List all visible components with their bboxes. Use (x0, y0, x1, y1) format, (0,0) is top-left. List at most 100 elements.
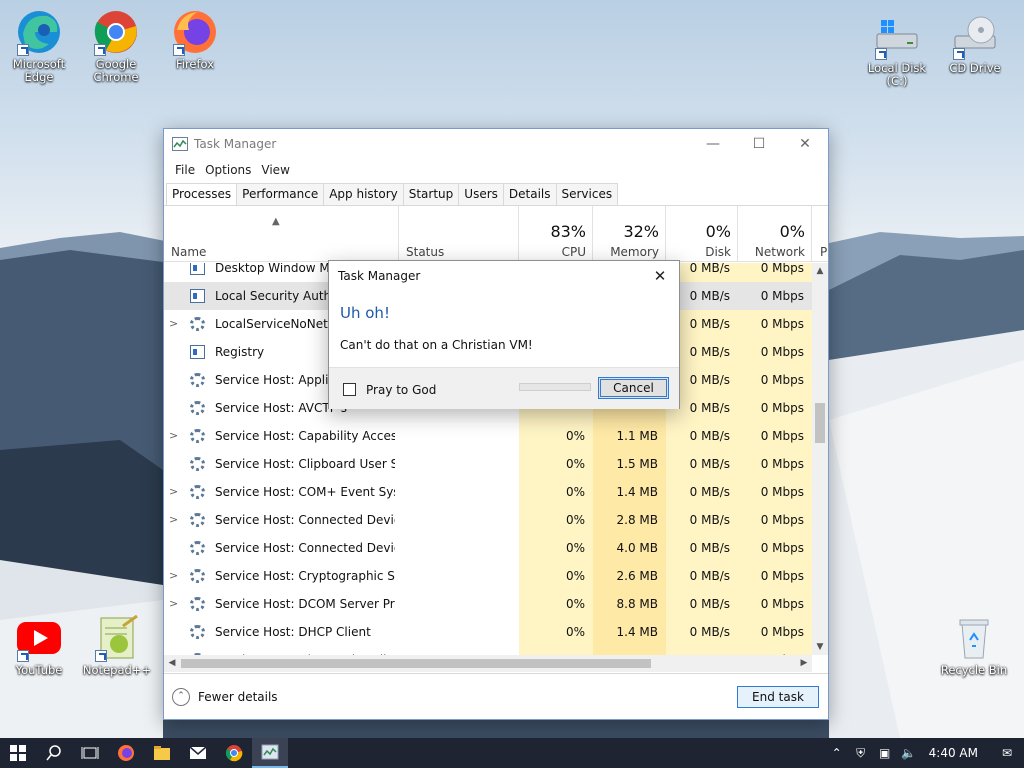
desktop-icon-edge[interactable]: Microsoft Edge (1, 8, 77, 84)
expand-chevron-icon[interactable]: > (169, 646, 183, 655)
network-icon[interactable]: ▣ (873, 746, 897, 760)
taskbar-firefox[interactable] (108, 738, 144, 768)
expand-chevron-icon[interactable]: > (169, 422, 183, 450)
taskbar-mail[interactable] (180, 738, 216, 768)
tab-services[interactable]: Services (555, 183, 619, 205)
tab-processes[interactable]: Processes (166, 183, 238, 206)
expand-chevron-icon[interactable]: > (169, 310, 183, 338)
scroll-down-icon[interactable]: ▼ (812, 639, 828, 655)
taskbar-chrome[interactable] (216, 738, 252, 768)
cpu-value: 0% (519, 506, 593, 534)
maximize-button[interactable]: ☐ (736, 129, 782, 159)
desktop-icon-youtube[interactable]: YouTube (1, 614, 77, 677)
task-view-icon (81, 747, 99, 759)
desktop-icon-chrome[interactable]: Google Chrome (78, 8, 154, 84)
tab-app-history[interactable]: App history (323, 183, 404, 205)
desktop-icon-firefox[interactable]: Firefox (157, 8, 233, 71)
error-dialog: Task Manager ✕ Uh oh! Can't do that on a… (328, 260, 680, 409)
dialog-message: Can't do that on a Christian VM! (340, 338, 533, 352)
expand-chevron-icon[interactable]: > (169, 506, 183, 534)
tab-users[interactable]: Users (458, 183, 504, 205)
memory-value: 8.8 MB (593, 590, 666, 618)
horizontal-scroll-thumb[interactable] (181, 659, 651, 668)
expand-chevron-icon[interactable]: > (169, 478, 183, 506)
column-cpu[interactable]: 83% CPU (519, 206, 593, 262)
expand-chevron-icon[interactable] (169, 338, 183, 366)
expand-chevron-icon[interactable] (169, 450, 183, 478)
window-icon (190, 289, 205, 303)
search-button[interactable] (36, 738, 72, 768)
column-network[interactable]: 0% Network (738, 206, 812, 262)
scroll-left-icon[interactable]: ◀ (164, 655, 180, 672)
table-row[interactable]: > Service Host: DCOM Server Proc... 0%8.8 … (164, 590, 812, 618)
task-view-button[interactable] (72, 738, 108, 768)
pray-checkbox-label[interactable]: Pray to God (366, 383, 436, 397)
menu-file[interactable]: File (170, 163, 200, 177)
process-name: Service Host: Diagnostic Policy (215, 646, 395, 655)
expand-chevron-icon[interactable] (169, 366, 183, 394)
column-name[interactable]: Name (164, 206, 399, 262)
table-row[interactable]: > Service Host: Diagnostic Policy 3.7%4.1 … (164, 646, 812, 655)
expand-chevron-icon[interactable] (169, 534, 183, 562)
pray-checkbox[interactable] (343, 383, 356, 396)
tab-startup[interactable]: Startup (402, 183, 460, 205)
task-manager-titlebar[interactable]: Task Manager — ☐ ✕ (164, 129, 828, 159)
desktop-icon-local-disk[interactable]: Local Disk (C:) (859, 12, 935, 88)
column-power[interactable]: P (812, 206, 828, 262)
scroll-right-icon[interactable]: ▶ (796, 655, 812, 672)
menu-options[interactable]: Options (200, 163, 256, 177)
vertical-scrollbar[interactable]: ▲ ▼ (812, 263, 828, 655)
fewer-details-button[interactable]: ⌃ Fewer details (172, 688, 278, 706)
memory-value: 2.6 MB (593, 562, 666, 590)
desktop-icon-notepad-plus-plus[interactable]: Notepad++ (79, 614, 155, 677)
expand-chevron-icon[interactable] (169, 618, 183, 646)
gear-icon (190, 485, 205, 499)
table-row[interactable]: Service Host: Clipboard User Ser... 0%1.5… (164, 450, 812, 478)
table-row[interactable]: Service Host: DHCP Client 0% 1.4 MB 0 MB/s 0… (164, 618, 812, 646)
table-row[interactable]: > Service Host: Capability Access ... 0%1.… (164, 422, 812, 450)
expand-chevron-icon[interactable] (169, 394, 183, 422)
column-status[interactable]: Status (399, 206, 519, 262)
column-memory[interactable]: 32% Memory (593, 206, 666, 262)
network-value: 0 Mbps (738, 534, 812, 562)
end-task-button[interactable]: End task (737, 686, 819, 708)
expand-chevron-icon[interactable]: > (169, 562, 183, 590)
cancel-button[interactable]: Cancel (598, 377, 669, 399)
task-manager-icon (172, 137, 188, 151)
table-row[interactable]: > Service Host: Connected Device... 0%2.8 … (164, 506, 812, 534)
tab-performance[interactable]: Performance (236, 183, 325, 205)
expand-chevron-icon[interactable] (169, 282, 183, 310)
expand-chevron-icon[interactable]: > (169, 590, 183, 618)
horizontal-scrollbar[interactable]: ◀ ▶ (164, 655, 812, 672)
tab-details[interactable]: Details (502, 183, 557, 205)
expand-chevron-icon[interactable] (169, 263, 183, 282)
desktop-icon-cd-drive[interactable]: CD Drive (937, 12, 1013, 75)
clock[interactable]: 4:40 AM (921, 746, 990, 760)
menu-bar: File Options View (164, 159, 828, 181)
memory-value: 1.4 MB (593, 618, 666, 646)
close-button[interactable]: ✕ (782, 129, 828, 159)
volume-icon[interactable]: 🔈 (897, 746, 921, 760)
start-icon (10, 745, 26, 761)
cpu-value: 3.7% (519, 646, 593, 655)
desktop-icon-recycle-bin[interactable]: Recycle Bin (936, 614, 1012, 677)
chevron-up-icon[interactable]: ⌃ (825, 746, 849, 760)
security-shield-icon[interactable]: ⛨ (849, 746, 873, 761)
menu-view[interactable]: View (256, 163, 294, 177)
notification-icon[interactable]: ✉ (990, 746, 1024, 760)
taskbar-task-manager[interactable] (252, 738, 288, 768)
start-button[interactable] (0, 738, 36, 768)
minimize-button[interactable]: — (690, 129, 736, 159)
scroll-up-icon[interactable]: ▲ (812, 263, 828, 279)
column-disk[interactable]: 0% Disk (666, 206, 738, 262)
table-row[interactable]: > Service Host: Cryptographic Ser... 0%2.6… (164, 562, 812, 590)
notepad-plus-plus-icon (93, 614, 141, 662)
network-value: 0 Mbps (738, 338, 812, 366)
dialog-close-icon[interactable]: ✕ (649, 265, 671, 287)
table-row[interactable]: > Service Host: COM+ Event Syste... 0%1.4 … (164, 478, 812, 506)
network-value: 0 Mbps (738, 506, 812, 534)
vertical-scroll-thumb[interactable] (815, 403, 825, 443)
taskbar-file-explorer[interactable] (144, 738, 180, 768)
table-row[interactable]: Service Host: Connected Device... 0%4.0 M… (164, 534, 812, 562)
process-name: Service Host: Connected Device... (215, 541, 395, 555)
